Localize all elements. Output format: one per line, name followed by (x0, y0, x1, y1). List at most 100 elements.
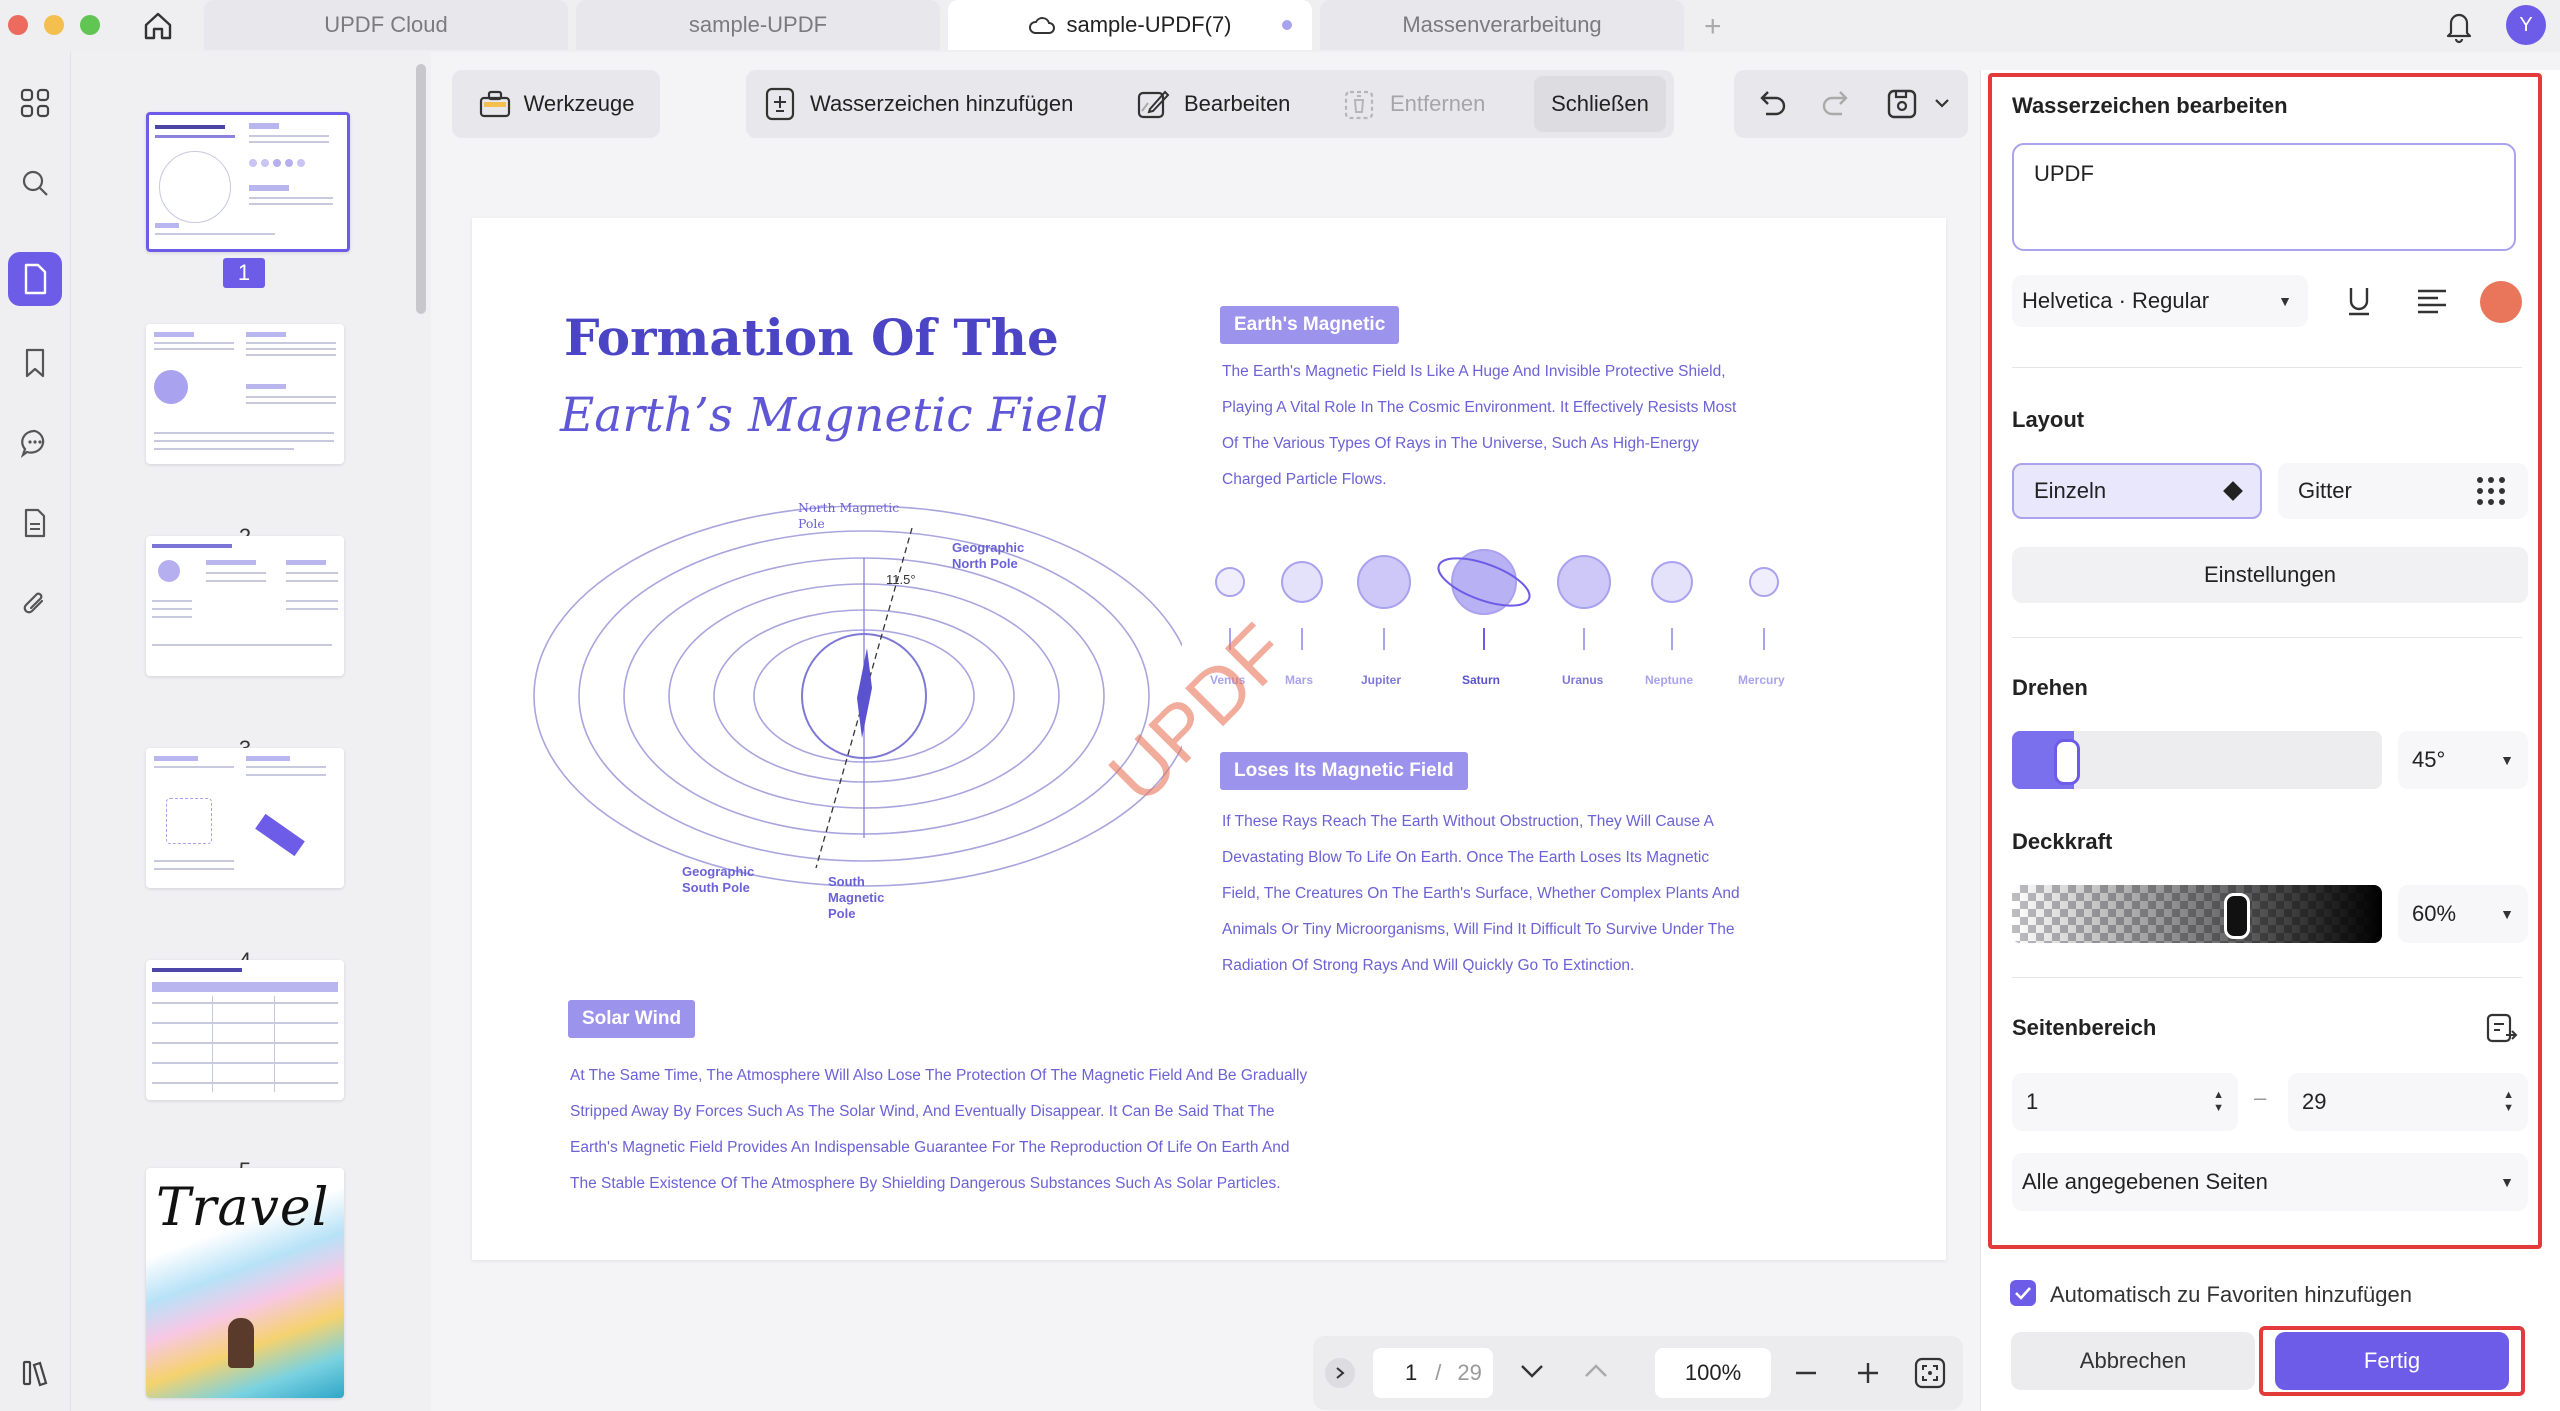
stepper-icon[interactable]: ▲ ▼ (2503, 1089, 2514, 1115)
planet-label: Saturn (1462, 673, 1501, 687)
add-watermark-label: Wasserzeichen hinzufügen (810, 91, 1074, 116)
planet-label: Uranus (1562, 673, 1604, 687)
next-page-chevron-down-icon[interactable] (1519, 1362, 1545, 1385)
layout-grid-label: Gitter (2298, 478, 2352, 503)
apps-grid-icon[interactable] (14, 82, 56, 124)
travel-cover-art: Travel (156, 1178, 330, 1238)
document-list-icon[interactable] (14, 502, 56, 544)
planet-labels: Venus Mars Jupiter Saturn Uranus Neptune… (1210, 673, 1832, 693)
watermark-toolbar: Wasserzeichen hinzufügen Bearbeiten Entf… (746, 70, 1674, 138)
section-paragraph: At The Same Time, The Atmosphere Will Al… (570, 1058, 1570, 1202)
close-watermark-button[interactable]: Schließen (1534, 76, 1666, 132)
edit-watermark-icon (1136, 87, 1170, 121)
color-swatch[interactable] (2480, 281, 2522, 323)
bookmark-icon[interactable] (14, 342, 56, 384)
page-separator: / (1435, 1360, 1442, 1385)
settings-button-label: Einstellungen (2203, 562, 2337, 587)
planet-label: Mercury (1738, 673, 1785, 687)
library-icon[interactable] (14, 1352, 56, 1394)
pages-view-icon[interactable] (8, 252, 62, 306)
watermark-text-input[interactable]: UPDF (2012, 143, 2516, 251)
opacity-slider[interactable] (2012, 885, 2382, 943)
add-watermark-button[interactable]: Wasserzeichen hinzufügen (764, 70, 1073, 138)
thumbnail-panel: 1 2 3 (71, 52, 431, 1411)
pdf-page: Formation Of The Earth’s Magnetic Field … (472, 218, 1946, 1260)
paragraph-line: The Stable Existence Of The Atmosphere B… (570, 1175, 1281, 1192)
checkbox-checked-icon[interactable] (2010, 1280, 2036, 1306)
layout-grid-option[interactable]: Gitter (2278, 463, 2528, 519)
rotate-value: 45° (2412, 747, 2446, 772)
page-range-from-input[interactable]: 1 ▲ ▼ (2012, 1073, 2238, 1131)
zoom-level-field[interactable]: 100% (1655, 1348, 1771, 1398)
tools-button[interactable]: Werkzeuge (452, 70, 660, 138)
redo-icon[interactable] (1818, 86, 1854, 127)
close-window-button[interactable] (8, 15, 28, 35)
home-icon[interactable] (140, 8, 176, 44)
done-button[interactable]: Fertig (2275, 1332, 2509, 1390)
comment-icon[interactable] (14, 422, 56, 464)
cancel-label: Abbrechen (2079, 1348, 2187, 1373)
expand-chevron-right-icon[interactable] (1325, 1358, 1355, 1388)
layout-single-option[interactable]: Einzeln (2012, 463, 2262, 519)
tab-updf-cloud[interactable]: UPDF Cloud (204, 0, 568, 50)
page-thumbnail-5[interactable] (146, 960, 344, 1100)
minimize-window-button[interactable] (44, 15, 64, 35)
bell-icon[interactable] (2442, 8, 2476, 49)
attachment-icon[interactable] (14, 582, 56, 624)
geographic-south-pole-label: Geographic South Pole (682, 864, 755, 895)
remove-watermark-button[interactable]: Entfernen (1342, 70, 1485, 138)
close-watermark-label: Schließen (1551, 91, 1649, 116)
edit-watermark-button[interactable]: Bearbeiten (1136, 70, 1290, 138)
thumbnail-scrollbar[interactable] (416, 64, 426, 314)
rotate-slider[interactable] (2012, 731, 2382, 789)
new-tab-plus-icon[interactable]: + (1704, 10, 1722, 44)
page-thumbnail-6[interactable]: Travel (146, 1168, 344, 1398)
opacity-select[interactable]: 60% ▼ (2398, 885, 2528, 943)
cancel-button[interactable]: Abbrechen (2011, 1332, 2255, 1390)
layout-single-label: Einzeln (2034, 478, 2107, 503)
section-heading-loses-magnetic-field: Loses Its Magnetic Field (1220, 752, 1468, 790)
tab-massenverarbeitung[interactable]: Massenverarbeitung (1320, 0, 1684, 50)
caret-down-icon: ▼ (2500, 906, 2514, 922)
rotate-angle-select[interactable]: 45° ▼ (2398, 731, 2528, 789)
tab-sample-updf-7[interactable]: sample-UPDF(7) (948, 0, 1312, 50)
save-icon[interactable] (1884, 86, 1920, 127)
page-thumbnail-2[interactable] (146, 324, 344, 464)
undo-icon[interactable] (1754, 86, 1790, 127)
range-dash: – (2254, 1085, 2267, 1110)
page-thumbnail-1[interactable] (146, 112, 350, 252)
page-range-to-input[interactable]: 29 ▲ ▼ (2288, 1073, 2528, 1131)
planet-label: Neptune (1645, 673, 1693, 687)
remove-watermark-icon (1342, 86, 1376, 122)
settings-button[interactable]: Einstellungen (2012, 547, 2528, 603)
title-bar: UPDF Cloud sample-UPDF sample-UPDF(7) Ma… (0, 0, 2560, 52)
page-subset-select[interactable]: Alle angegebenen Seiten ▼ (2012, 1153, 2528, 1211)
save-options-chevron-down-icon[interactable] (1934, 96, 1950, 114)
auto-favorites-row[interactable]: Automatisch zu Favoriten hinzufügen (2010, 1278, 2412, 1308)
opacity-slider-handle[interactable] (2224, 893, 2250, 939)
page-thumbnail-3[interactable] (146, 536, 344, 676)
previous-page-chevron-up-icon[interactable] (1583, 1362, 1609, 1385)
text-align-icon[interactable] (2414, 283, 2450, 324)
avatar[interactable]: Y (2506, 5, 2546, 45)
auto-favorites-label: Automatisch zu Favoriten hinzufügen (2050, 1282, 2412, 1307)
paragraph-line: If These Rays Reach The Earth Without Ob… (1222, 813, 1714, 830)
fit-page-icon[interactable] (1913, 1356, 1947, 1395)
caret-down-icon: ▼ (2500, 1174, 2514, 1190)
stepper-icon[interactable]: ▲ ▼ (2213, 1089, 2224, 1115)
page-number-input[interactable]: 1 / 29 (1373, 1348, 1493, 1398)
thumbnail-number: 1 (237, 260, 251, 285)
done-label: Fertig (2363, 1348, 2421, 1373)
zoom-in-plus-icon[interactable] (1853, 1358, 1883, 1393)
paragraph-line: Radiation Of Strong Rays And Will Quickl… (1222, 957, 1635, 974)
page-thumbnail-4[interactable] (146, 748, 344, 888)
font-select[interactable]: Helvetica · Regular ▼ (2012, 275, 2308, 327)
tab-sample-updf[interactable]: sample-UPDF (576, 0, 940, 50)
add-watermark-icon (764, 86, 796, 122)
page-range-swap-icon[interactable] (2484, 1011, 2520, 1052)
underline-icon[interactable] (2342, 283, 2376, 324)
rotate-slider-handle[interactable] (2054, 739, 2080, 785)
zoom-out-minus-icon[interactable] (1791, 1358, 1821, 1393)
maximize-window-button[interactable] (80, 15, 100, 35)
search-icon[interactable] (14, 162, 56, 204)
